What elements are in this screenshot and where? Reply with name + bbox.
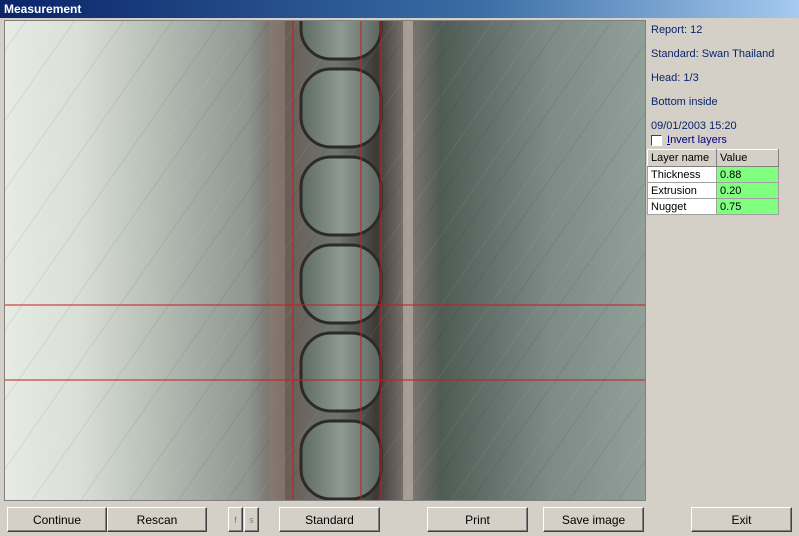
measurement-position: Bottom inside [651, 96, 718, 108]
column-header-value[interactable]: Value [716, 149, 779, 167]
layer-name-cell: Thickness [647, 166, 717, 183]
invert-layers-label[interactable]: Invert layers [667, 134, 727, 146]
table-row[interactable]: Nugget 0.75 [647, 198, 779, 215]
layer-value-cell: 0.88 [716, 166, 779, 183]
window-title: Measurement [0, 0, 799, 18]
head-number: Head: 1/3 [651, 72, 699, 84]
column-header-layer-name[interactable]: Layer name [647, 149, 717, 167]
layer-name-cell: Nugget [647, 198, 717, 215]
layer-name-cell: Extrusion [647, 182, 717, 199]
exit-button[interactable]: Exit [691, 507, 792, 532]
invert-layers-checkbox[interactable] [651, 134, 662, 146]
measurement-image-view[interactable] [4, 20, 646, 501]
continue-button[interactable]: Continue [7, 507, 107, 532]
standard-name: Standard: Swan Thailand [651, 48, 775, 60]
invert-layers-checkbox-row[interactable]: Invert layers [651, 133, 727, 147]
standard-button[interactable]: Standard [279, 507, 380, 532]
seam-segments [299, 21, 383, 500]
report-number: Report: 12 [651, 24, 703, 36]
layers-table: Layer name Value Thickness 0.88 Extrusio… [647, 149, 779, 215]
f-button[interactable]: f [228, 507, 243, 532]
layer-value-cell: 0.75 [716, 198, 779, 215]
table-row[interactable]: Extrusion 0.20 [647, 182, 779, 199]
table-row[interactable]: Thickness 0.88 [647, 166, 779, 183]
measurement-datetime: 09/01/2003 15:20 [651, 120, 737, 132]
save-image-button[interactable]: Save image [543, 507, 644, 532]
s-button[interactable]: s [244, 507, 259, 532]
seam-microscope-image [5, 21, 645, 500]
layer-value-cell: 0.20 [716, 182, 779, 199]
print-button[interactable]: Print [427, 507, 528, 532]
info-panel: Report: 12 Standard: Swan Thailand Head:… [647, 20, 797, 500]
rescan-button[interactable]: Rescan [107, 507, 207, 532]
